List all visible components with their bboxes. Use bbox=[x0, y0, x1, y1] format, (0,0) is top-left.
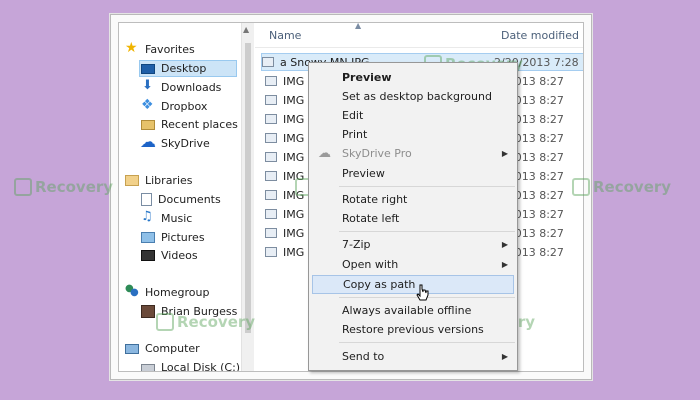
libraries-icon bbox=[125, 175, 139, 186]
nav-homegroup[interactable]: Homegroup bbox=[125, 283, 209, 301]
pictures-icon bbox=[141, 232, 155, 243]
image-file-icon bbox=[265, 247, 277, 257]
menu-item-rotate-left[interactable]: Rotate left bbox=[310, 209, 516, 228]
menu-item-copy-as-path[interactable]: Copy as path bbox=[312, 275, 514, 294]
submenu-arrow-icon: ▶ bbox=[501, 240, 508, 249]
navigation-pane: Favorites Desktop Downloads Dropbox Rece… bbox=[119, 23, 241, 371]
skydrive-pro-icon: ☁ bbox=[318, 146, 331, 161]
nav-documents[interactable]: Documents bbox=[141, 191, 221, 208]
scrollbar-thumb[interactable] bbox=[245, 43, 251, 333]
image-file-icon bbox=[265, 114, 277, 124]
avatar bbox=[141, 305, 155, 318]
context-menu: Preview Set as desktop background Edit P… bbox=[308, 62, 518, 371]
skydrive-icon bbox=[140, 132, 156, 151]
watermark: Recovery bbox=[14, 178, 113, 196]
header-divider bbox=[255, 47, 583, 48]
disk-icon bbox=[141, 363, 155, 371]
nav-computer[interactable]: Computer bbox=[125, 340, 200, 357]
nav-recent-places[interactable]: Recent places bbox=[141, 116, 238, 133]
image-file-icon bbox=[265, 171, 277, 181]
image-file-icon bbox=[265, 152, 277, 162]
image-file-icon bbox=[265, 76, 277, 86]
menu-item-restore-previous-versions[interactable]: Restore previous versions bbox=[310, 320, 516, 339]
desktop-icon bbox=[141, 63, 155, 74]
nav-music[interactable]: Music bbox=[141, 209, 192, 227]
mouse-cursor-icon bbox=[416, 284, 429, 301]
nav-pictures[interactable]: Pictures bbox=[141, 229, 205, 246]
image-file-icon bbox=[262, 57, 274, 67]
image-file-icon bbox=[265, 190, 277, 200]
menu-separator bbox=[339, 186, 515, 187]
image-file-icon bbox=[265, 95, 277, 105]
computer-icon bbox=[125, 343, 139, 354]
menu-separator bbox=[339, 342, 515, 343]
submenu-arrow-icon: ▶ bbox=[501, 260, 508, 269]
nav-libraries[interactable]: Libraries bbox=[125, 172, 193, 189]
music-icon bbox=[141, 209, 155, 225]
menu-item-skydrive-pro[interactable]: ☁ SkyDrive Pro ▶ bbox=[310, 144, 516, 163]
nav-desktop[interactable]: Desktop bbox=[139, 60, 237, 77]
sort-ascending-icon: ▲ bbox=[355, 22, 362, 30]
documents-icon bbox=[141, 193, 152, 206]
star-icon bbox=[125, 40, 139, 56]
menu-item-rotate-right[interactable]: Rotate right bbox=[310, 190, 516, 209]
menu-item-7zip[interactable]: 7-Zip ▶ bbox=[310, 235, 516, 254]
menu-item-preview[interactable]: Preview bbox=[310, 164, 516, 183]
nav-downloads[interactable]: Downloads bbox=[141, 78, 221, 96]
menu-item-set-desktop-background[interactable]: Set as desktop background bbox=[310, 87, 516, 106]
menu-separator bbox=[339, 231, 515, 232]
downloads-icon bbox=[141, 78, 155, 94]
nav-favorites[interactable]: Favorites bbox=[125, 40, 195, 58]
recent-places-icon bbox=[141, 119, 155, 130]
nav-skydrive[interactable]: SkyDrive bbox=[140, 132, 210, 152]
submenu-arrow-icon: ▶ bbox=[501, 149, 508, 158]
column-header-name[interactable]: Name bbox=[269, 29, 301, 42]
menu-item-print[interactable]: Print bbox=[310, 125, 516, 144]
dropbox-icon bbox=[141, 97, 155, 113]
menu-item-preview-default[interactable]: Preview bbox=[310, 68, 516, 87]
menu-item-always-available-offline[interactable]: Always available offline bbox=[310, 301, 516, 320]
scroll-up-icon[interactable]: ▲ bbox=[243, 25, 249, 34]
image-file-icon bbox=[265, 228, 277, 238]
watermark-logo-icon bbox=[14, 178, 32, 196]
nav-user[interactable]: Brian Burgess bbox=[141, 303, 237, 320]
nav-videos[interactable]: Videos bbox=[141, 247, 198, 264]
videos-icon bbox=[141, 250, 155, 261]
submenu-arrow-icon: ▶ bbox=[501, 352, 508, 361]
menu-item-edit[interactable]: Edit bbox=[310, 106, 516, 125]
homegroup-icon bbox=[125, 283, 139, 299]
nav-scrollbar[interactable]: ▲ bbox=[241, 23, 254, 371]
image-file-icon bbox=[265, 133, 277, 143]
menu-item-send-to[interactable]: Send to ▶ bbox=[310, 347, 516, 366]
image-file-icon bbox=[265, 209, 277, 219]
nav-local-disk[interactable]: Local Disk (C:) bbox=[141, 359, 240, 371]
column-header-date-modified[interactable]: Date modified bbox=[501, 29, 579, 42]
menu-item-open-with[interactable]: Open with ▶ bbox=[310, 255, 516, 274]
nav-dropbox[interactable]: Dropbox bbox=[141, 97, 207, 115]
